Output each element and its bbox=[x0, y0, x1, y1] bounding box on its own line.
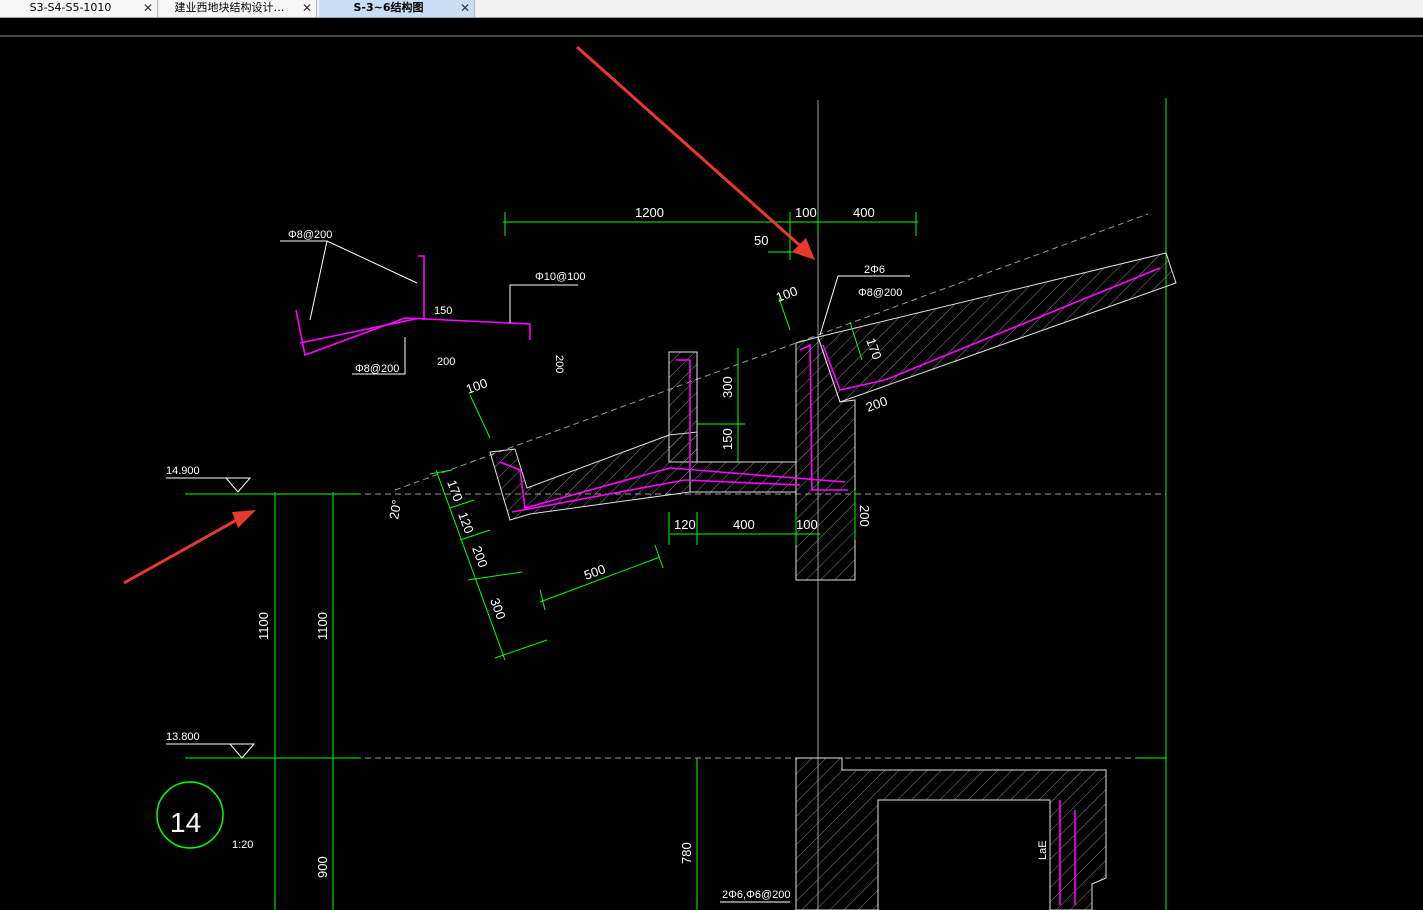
dim-label: 200 bbox=[864, 393, 890, 415]
tab-label: S-3~6结构图 bbox=[353, 1, 424, 14]
level-14900: 14.900 bbox=[166, 465, 200, 477]
dim-400: 400 bbox=[853, 205, 875, 220]
rebar-note: 150 bbox=[434, 305, 452, 317]
rebar-note: 2Φ6 bbox=[864, 264, 885, 276]
dim-label: 300 bbox=[720, 376, 735, 398]
tab-jianye-design[interactable]: 建业西地块结构设计… ✕ bbox=[159, 0, 317, 17]
dim-100: 100 bbox=[795, 205, 817, 220]
dim-780: 780 bbox=[679, 842, 694, 864]
dim-1100: 1100 bbox=[256, 612, 271, 640]
tab-label: 建业西地块结构设计… bbox=[174, 1, 285, 14]
dim-1100: 1100 bbox=[315, 612, 330, 640]
document-tab-bar: S3-S4-S5-1010 ✕ 建业西地块结构设计… ✕ S-3~6结构图 ✕ bbox=[0, 0, 1423, 18]
dim-label: 100 bbox=[464, 375, 490, 397]
rebar-lines bbox=[295, 255, 1161, 905]
dim-label: 300 bbox=[487, 596, 509, 622]
dim-label: 170 bbox=[444, 478, 466, 504]
tab-s3-s4-s5[interactable]: S3-S4-S5-1010 ✕ bbox=[0, 0, 158, 17]
tab-s3-6-structure[interactable]: S-3~6结构图 ✕ bbox=[319, 0, 475, 17]
dim-label: 500 bbox=[582, 561, 608, 583]
dim-label: 200 bbox=[857, 505, 872, 527]
rebar-note: 2Φ6,Φ6@200 bbox=[722, 889, 790, 901]
dim-50: 50 bbox=[754, 233, 768, 248]
slope-reference-line bbox=[394, 213, 1149, 491]
tab-label: S3-S4-S5-1010 bbox=[29, 1, 112, 14]
cad-drawing-canvas[interactable]: 1200 100 400 50 Φ8@200 Φ10@100 150 200 2… bbox=[0, 18, 1423, 910]
level-13800: 13.800 bbox=[166, 731, 200, 743]
close-icon[interactable]: ✕ bbox=[302, 0, 312, 16]
dim-label: 150 bbox=[720, 428, 735, 450]
dim-label: 200 bbox=[469, 544, 491, 570]
dim-label: 100 bbox=[796, 517, 818, 532]
dim-900: 900 bbox=[315, 856, 330, 878]
rebar-note: 200 bbox=[437, 356, 455, 368]
detail-number: 14 bbox=[170, 807, 201, 838]
rebar-note: Φ8@200 bbox=[858, 287, 902, 299]
red-annotation-arrows bbox=[123, 45, 815, 585]
angle-label: 20° bbox=[386, 499, 404, 521]
rebar-note: Φ8@200 bbox=[288, 229, 332, 241]
rebar-note: 200 bbox=[553, 355, 565, 373]
dim-label: 400 bbox=[733, 517, 755, 532]
dim-label: 120 bbox=[674, 517, 696, 532]
anchor-length-label: LaE bbox=[1037, 840, 1049, 860]
rebar-note: Φ8@200 bbox=[355, 363, 399, 375]
close-icon[interactable]: ✕ bbox=[143, 0, 153, 16]
dim-label: 100 bbox=[774, 283, 800, 305]
dim-1200: 1200 bbox=[635, 205, 664, 220]
close-icon[interactable]: ✕ bbox=[460, 0, 470, 16]
detail-scale: 1:20 bbox=[232, 839, 253, 851]
rebar-note: Φ10@100 bbox=[535, 271, 586, 283]
